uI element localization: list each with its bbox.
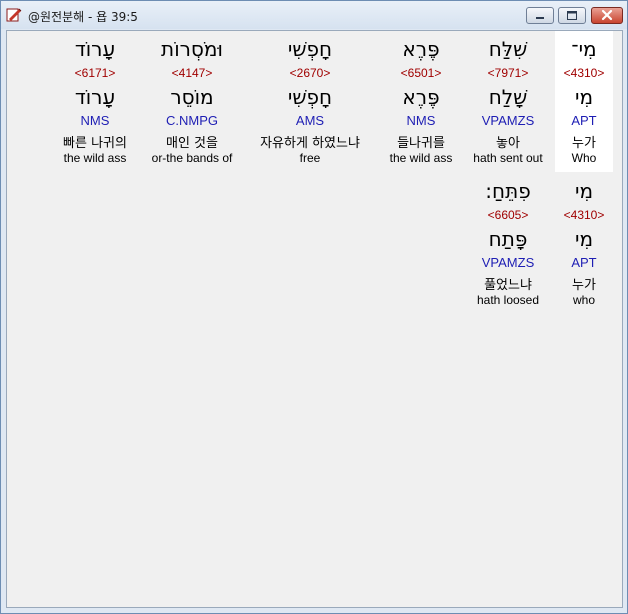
morphology-code: APT	[571, 255, 597, 270]
maximize-icon	[567, 11, 577, 20]
english-gloss: hath loosed	[476, 293, 540, 307]
strong-number[interactable]: <2670>	[260, 66, 360, 80]
app-window: @원전분해 - 욥 39:5 עָרוֹד <6171> עָרוֹד NMS …	[0, 0, 628, 614]
lemma-word: מוֹסֵר	[170, 85, 214, 109]
morphology-code: NMS	[80, 113, 110, 128]
hebrew-word: עָרוֹד	[74, 37, 116, 61]
korean-gloss: 누가	[572, 278, 596, 293]
strong-number[interactable]: <6171>	[55, 66, 135, 80]
lemma-word: מִי	[574, 227, 594, 251]
english-gloss: hath sent out	[473, 151, 543, 165]
lemma-word: מִי	[574, 85, 594, 109]
morphology-code: NMS	[406, 113, 436, 128]
maximize-button[interactable]	[558, 7, 586, 24]
strong-number[interactable]: <4310>	[555, 208, 613, 222]
strong-number[interactable]: <7971>	[467, 66, 549, 80]
english-gloss: free	[299, 151, 321, 165]
hebrew-word: שִׁלַּח	[488, 37, 528, 61]
app-icon	[6, 8, 22, 22]
title-bar[interactable]: @원전분해 - 욥 39:5	[1, 1, 627, 29]
minimize-button[interactable]	[526, 7, 554, 24]
close-button[interactable]	[591, 7, 623, 24]
window-title: @원전분해 - 욥 39:5	[28, 10, 138, 24]
hebrew-word: מִי	[574, 179, 594, 203]
korean-gloss: 풀었느냐	[484, 278, 532, 293]
english-gloss: who	[572, 293, 595, 307]
lemma-word: עָרוֹד	[74, 85, 116, 109]
hebrew-word: חָפְשִׁי	[287, 37, 333, 61]
korean-gloss: 매인 것을	[166, 136, 218, 151]
strong-number[interactable]: <6501>	[376, 66, 466, 80]
korean-gloss: 자유하게 하였느냐	[260, 136, 360, 151]
english-gloss: Who	[571, 151, 597, 165]
close-icon	[601, 9, 613, 21]
korean-gloss: 들나귀를	[397, 136, 445, 151]
korean-gloss: 누가	[572, 136, 596, 151]
english-gloss: the wild ass	[389, 151, 453, 165]
hebrew-word: פִתֵּחַ:	[485, 179, 531, 203]
lemma-word: פֶּרֶא	[402, 85, 440, 109]
hebrew-word: וּמֹסְרוֹת	[161, 37, 223, 61]
morphology-code: C.NMPG	[166, 113, 218, 128]
strong-number[interactable]: <6605>	[467, 208, 549, 222]
interlinear-panel[interactable]: עָרוֹד <6171> עָרוֹד NMS 빠른 나귀의 the wild…	[6, 30, 623, 608]
lemma-word: שָׁלַח	[488, 85, 528, 109]
hebrew-word: מִי־	[571, 37, 597, 61]
korean-gloss: 놓아	[496, 136, 520, 151]
strong-number[interactable]: <4147>	[147, 66, 237, 80]
morphology-code: VPAMZS	[481, 255, 535, 270]
minimize-icon	[536, 17, 544, 19]
hebrew-word: פֶּרֶא	[402, 37, 440, 61]
english-gloss: the wild ass	[63, 151, 127, 165]
lemma-word: פָּתַח	[488, 227, 528, 251]
morphology-code: VPAMZS	[481, 113, 535, 128]
lemma-word: חָפְשִׁי	[287, 85, 333, 109]
strong-number[interactable]: <4310>	[555, 66, 613, 80]
morphology-code: AMS	[295, 113, 325, 128]
english-gloss: or-the bands of	[151, 151, 233, 165]
korean-gloss: 빠른 나귀의	[63, 136, 127, 151]
morphology-code: APT	[571, 113, 597, 128]
